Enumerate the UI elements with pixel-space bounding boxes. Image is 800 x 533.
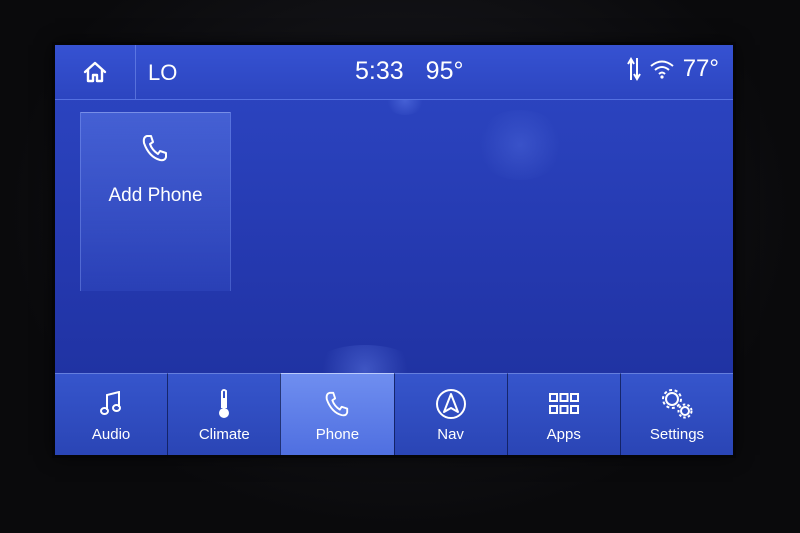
cabin-temperature: 77°	[682, 55, 719, 82]
nav-phone[interactable]: Phone	[280, 373, 394, 455]
apps-grid-icon	[548, 393, 579, 414]
phone-icon	[326, 391, 349, 417]
home-icon	[83, 61, 107, 83]
data-transfer-icon	[626, 57, 641, 81]
nav-settings[interactable]: Settings	[619, 373, 733, 455]
wifi-icon	[650, 60, 674, 79]
outside-temperature: 95°	[425, 57, 464, 85]
nav-audio-label: Audio	[91, 426, 131, 443]
nav-audio[interactable]: Audio	[55, 373, 168, 455]
nav-apps[interactable]: Apps	[506, 373, 620, 455]
nav-phone-label: Phone	[315, 426, 360, 443]
nav-nav-label: Nav	[437, 426, 464, 443]
music-note-icon	[100, 391, 122, 415]
add-phone-button[interactable]: Add Phone	[80, 112, 231, 291]
bottom-nav-bar: Audio Climate Phone Nav Apps Settings	[55, 373, 733, 455]
gears-icon	[661, 389, 693, 419]
navigation-arrow-icon	[435, 389, 466, 419]
screen-glare	[475, 110, 565, 180]
phone-icon	[142, 135, 167, 162]
status-bar: LO 5:33 95° 77°	[55, 45, 733, 100]
nav-climate-label: Climate	[198, 426, 250, 443]
nav-settings-label: Settings	[649, 426, 705, 443]
center-status: 5:33 95°	[355, 57, 463, 86]
right-status: 77°	[626, 55, 719, 83]
nav-climate[interactable]: Climate	[167, 373, 281, 455]
infotainment-screen: LO 5:33 95° 77° Add Phone Audio Climate …	[55, 45, 733, 455]
thermometer-icon	[219, 389, 230, 418]
home-button[interactable]	[55, 45, 136, 99]
add-phone-label: Add Phone	[108, 185, 203, 206]
nav-apps-label: Apps	[546, 426, 581, 443]
nav-nav[interactable]: Nav	[393, 373, 507, 455]
clock-time: 5:33	[355, 57, 404, 85]
climate-setting-text[interactable]: LO	[148, 60, 177, 86]
